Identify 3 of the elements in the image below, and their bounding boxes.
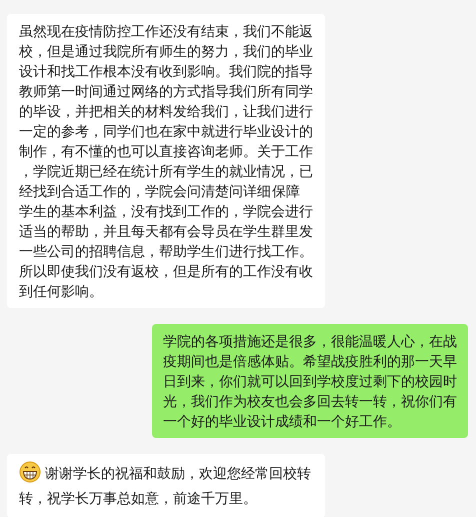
message-text: 学院的各项措施还是很多，很能温暖人心，在战疫期间也是倍感体贴。希望战疫胜利的那一天早日到来，你们就可以回到学校度过剩下的校园时光，我们作为校友也会多回去转一转，祝你们有一个好的毕业设计成绩和一个好工作。 (163, 333, 457, 429)
message-text: 谢谢学长的祝福和鼓励，欢迎您经常回校转转，祝学长万事总如意，前途千万里。 (19, 465, 311, 506)
message-text: 虽然现在疫情防控工作还没有结束，我们不能返校，但是通过我院所有师生的努力，我们的毕业设计和找工作根本没有收到影响。我们院的指导教师第一时间通过网络的方式指导我们所有同学的毕设，并把相关的材料发给我们，让我们进行一定的参考，同学们也在家中就进行毕业设计的制作，有不懂的也可以直接咨询老师。关于工作，学院近期已经在统计所有学生的就业情况，已经找到合适工作的，学院会问清楚问详细 保障学生的基本利益，没有找到工作的，学院会进行适当的帮助，并且每天都有会导员在学生群里发一些公司的招聘信息，帮助学生们进行找工作。所以即使我们没有返校，但是所有的工作没有收到任何影响。 (19, 23, 313, 299)
